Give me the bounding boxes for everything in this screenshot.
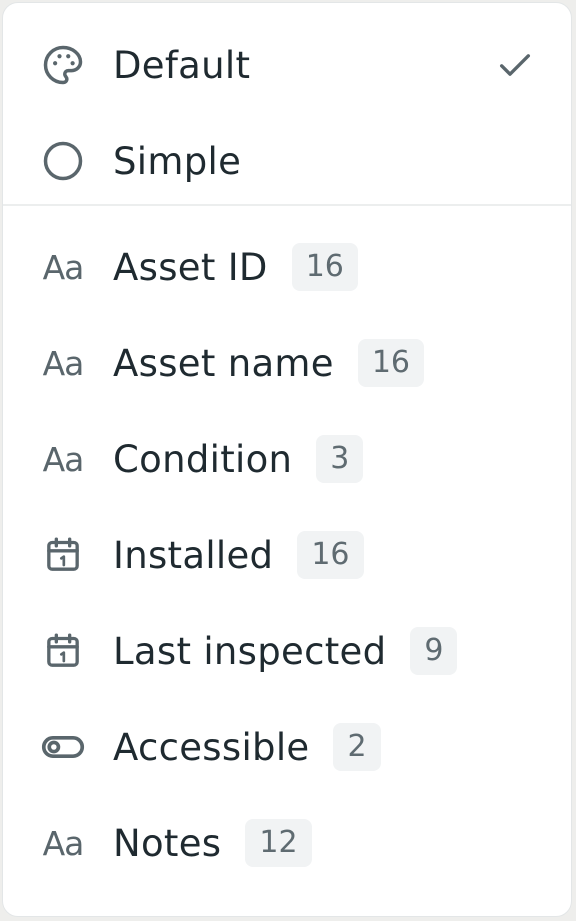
field-item-label: Last inspected 9: [113, 627, 458, 675]
count-badge: 2: [333, 723, 381, 771]
count-badge: 16: [297, 531, 364, 579]
field-list: Aa Asset ID 16 Aa Asset name 16 Aa Condi…: [3, 206, 571, 891]
field-name: Accessible: [113, 725, 310, 769]
field-name: Asset ID: [113, 245, 268, 289]
field-item-label: Condition 3: [113, 435, 364, 483]
toggle-icon: [41, 725, 85, 769]
field-item-label: Asset ID 16: [113, 243, 358, 291]
calendar-icon: [41, 629, 85, 673]
text-type-icon: Aa: [42, 247, 85, 287]
style-options: Default Simple: [3, 3, 571, 204]
field-item-asset-name[interactable]: Aa Asset name 16: [3, 315, 571, 411]
field-item-asset-id[interactable]: Aa Asset ID 16: [3, 219, 571, 315]
circle-icon: [41, 139, 85, 183]
count-badge: 3: [316, 435, 364, 483]
style-option-simple[interactable]: Simple: [3, 113, 571, 209]
calendar-icon: [41, 533, 85, 577]
text-type-icon: Aa: [42, 343, 85, 383]
field-item-label: Installed 16: [113, 531, 364, 579]
field-name: Notes: [113, 821, 222, 865]
count-badge: 16: [357, 339, 425, 387]
style-option-label: Default: [113, 43, 251, 87]
field-item-label: Asset name 16: [113, 339, 425, 387]
style-option-default[interactable]: Default: [3, 17, 571, 113]
field-item-installed[interactable]: Installed 16: [3, 507, 571, 603]
palette-icon: [41, 43, 85, 87]
field-item-last-inspected[interactable]: Last inspected 9: [3, 603, 571, 699]
count-badge: 9: [410, 627, 458, 675]
dropdown-menu: Default Simple Aa Asset ID 16 Aa Asset n…: [2, 2, 572, 917]
field-item-accessible[interactable]: Accessible 2: [3, 699, 571, 795]
field-name: Asset name: [113, 341, 334, 385]
field-item-label: Notes 12: [113, 819, 312, 867]
field-item-label: Accessible 2: [113, 723, 381, 771]
field-item-condition[interactable]: Aa Condition 3: [3, 411, 571, 507]
field-item-notes[interactable]: Aa Notes 12: [3, 795, 571, 891]
field-name: Condition: [113, 437, 293, 481]
style-option-label: Simple: [113, 139, 242, 183]
field-name: Installed: [113, 533, 274, 577]
field-name: Last inspected: [113, 629, 387, 673]
count-badge: 16: [291, 243, 358, 291]
text-type-icon: Aa: [42, 439, 85, 479]
count-badge: 12: [245, 819, 312, 867]
text-type-icon: Aa: [42, 823, 85, 863]
checkmark-icon: [495, 45, 535, 85]
